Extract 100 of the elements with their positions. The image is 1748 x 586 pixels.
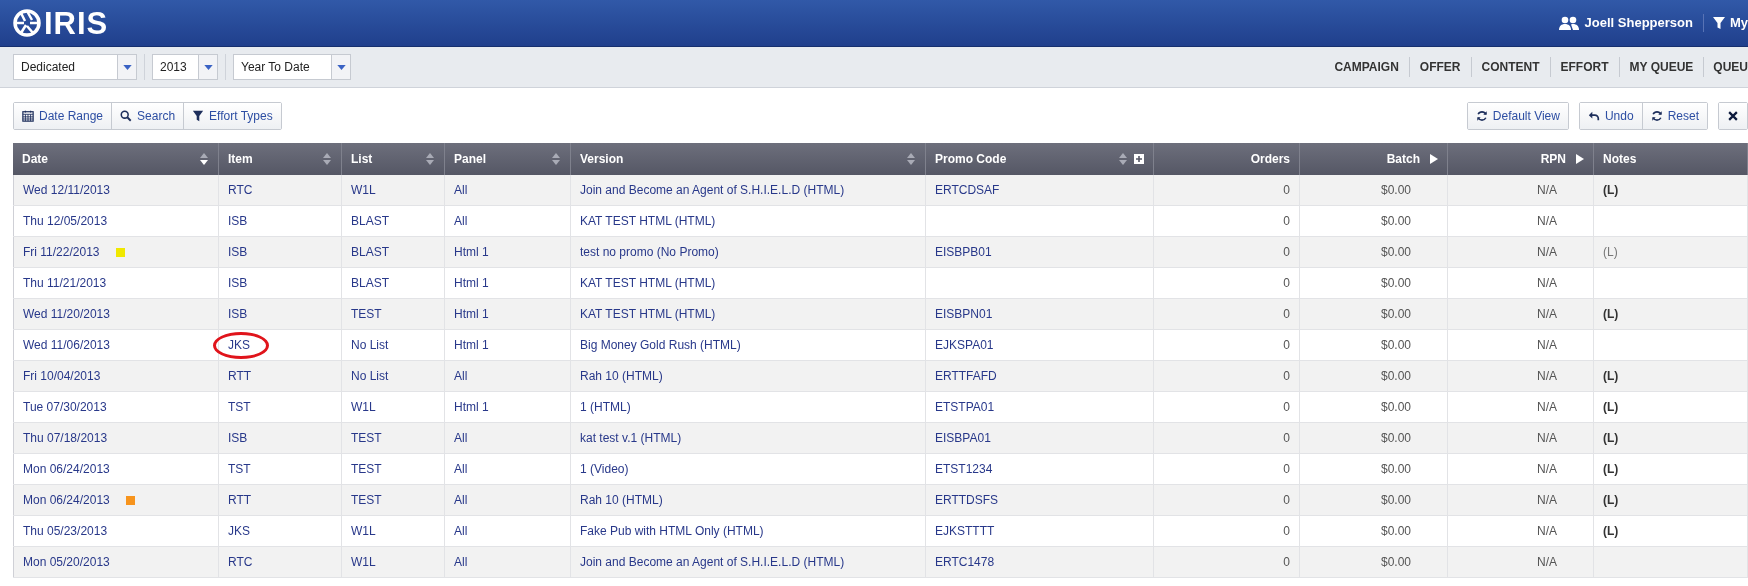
- table-link[interactable]: kat test v.1 (HTML): [580, 429, 682, 447]
- add-column-icon[interactable]: [1134, 154, 1144, 164]
- table-link[interactable]: Html 1: [454, 336, 489, 354]
- table-link[interactable]: KAT TEST HTML (HTML): [580, 305, 716, 323]
- table-link[interactable]: RTT: [228, 367, 252, 385]
- table-link[interactable]: Thu 07/18/2013: [23, 429, 108, 447]
- sort-arrows-icon[interactable]: [322, 152, 332, 166]
- table-link[interactable]: Html 1: [454, 274, 489, 292]
- close-button[interactable]: [1719, 102, 1747, 129]
- sort-arrows-icon[interactable]: [906, 152, 916, 166]
- table-link[interactable]: Thu 11/21/2013: [23, 274, 107, 292]
- dropdown-select[interactable]: Dedicated: [13, 54, 137, 80]
- table-link[interactable]: KAT TEST HTML (HTML): [580, 274, 716, 292]
- table-link[interactable]: BLAST: [351, 243, 389, 261]
- table-link[interactable]: ISB: [228, 429, 248, 447]
- table-link[interactable]: Mon 05/20/2013: [23, 553, 110, 571]
- table-link[interactable]: ERTCDSAF: [935, 181, 1000, 199]
- table-link[interactable]: All: [454, 522, 468, 540]
- table-link[interactable]: Html 1: [454, 398, 489, 416]
- table-link[interactable]: ISB: [228, 274, 248, 292]
- sort-arrows-icon[interactable]: [199, 152, 209, 166]
- table-link[interactable]: EISBPA01: [935, 429, 991, 447]
- toolbar-button[interactable]: Default View: [1467, 102, 1568, 129]
- table-link[interactable]: ERTTDSFS: [935, 491, 999, 509]
- table-link[interactable]: ETSTPA01: [935, 398, 995, 416]
- table-link[interactable]: BLAST: [351, 212, 389, 230]
- dropdown-select[interactable]: Year To Date: [233, 54, 351, 80]
- table-link[interactable]: TEST: [351, 491, 382, 509]
- nav-link[interactable]: CAMPAIGN: [1324, 58, 1409, 76]
- table-link[interactable]: All: [454, 212, 468, 230]
- table-link[interactable]: EISBPB01: [935, 243, 992, 261]
- toolbar-button[interactable]: Search: [111, 102, 184, 129]
- nav-link[interactable]: CONTENT: [1471, 58, 1550, 76]
- sort-arrows-icon[interactable]: [1118, 152, 1128, 166]
- table-link[interactable]: KAT TEST HTML (HTML): [580, 212, 716, 230]
- table-link[interactable]: Join and Become an Agent of S.H.I.E.L.D (HTML): [580, 553, 845, 571]
- table-link[interactable]: TEST: [351, 460, 382, 478]
- table-link[interactable]: All: [454, 553, 468, 571]
- expand-arrow-icon[interactable]: [1430, 154, 1438, 164]
- table-link[interactable]: ERTC1478: [935, 553, 995, 571]
- table-link[interactable]: Rah 10 (HTML): [580, 491, 663, 509]
- table-link[interactable]: Thu 12/05/2013: [23, 212, 108, 230]
- table-link[interactable]: Fri 11/22/2013: [23, 243, 100, 261]
- table-link[interactable]: W1L: [351, 553, 376, 571]
- toolbar-button[interactable]: Undo: [1579, 102, 1642, 129]
- table-link[interactable]: Wed 12/11/2013: [23, 181, 110, 199]
- table-link[interactable]: All: [454, 429, 468, 447]
- nav-link[interactable]: OFFER: [1409, 58, 1471, 76]
- table-link[interactable]: All: [454, 367, 468, 385]
- table-link[interactable]: test no promo (No Promo): [580, 243, 719, 261]
- table-link[interactable]: Fri 10/04/2013: [23, 367, 101, 385]
- sort-arrows-icon[interactable]: [551, 152, 561, 166]
- nav-link[interactable]: QUEU: [1704, 58, 1748, 76]
- table-link[interactable]: ISB: [228, 212, 248, 230]
- table-link[interactable]: All: [454, 181, 468, 199]
- table-link[interactable]: 1 (Video): [580, 460, 629, 478]
- table-link[interactable]: Join and Become an Agent of S.H.I.E.L.D (HTML): [580, 181, 845, 199]
- table-link[interactable]: No List: [351, 367, 389, 385]
- table-link[interactable]: W1L: [351, 398, 376, 416]
- table-link[interactable]: Wed 11/20/2013: [23, 305, 110, 323]
- toolbar-button[interactable]: Date Range: [14, 102, 112, 129]
- table-link[interactable]: TST: [228, 460, 251, 478]
- table-link[interactable]: Thu 05/23/2013: [23, 522, 108, 540]
- toolbar-button[interactable]: Effort Types: [183, 102, 281, 129]
- table-link[interactable]: 1 (HTML): [580, 398, 631, 416]
- table-link[interactable]: ISB: [228, 243, 248, 261]
- table-link[interactable]: ISB: [228, 305, 248, 323]
- table-link[interactable]: All: [454, 491, 468, 509]
- table-link[interactable]: Tue 07/30/2013: [23, 398, 107, 416]
- user-name-link[interactable]: Joell Shepperson: [1584, 13, 1693, 33]
- table-link[interactable]: Html 1: [454, 305, 489, 323]
- table-link[interactable]: Mon 06/24/2013: [23, 491, 110, 509]
- table-link[interactable]: EISBPN01: [935, 305, 993, 323]
- table-link[interactable]: TEST: [351, 305, 382, 323]
- table-link[interactable]: All: [454, 460, 468, 478]
- table-link[interactable]: No List: [351, 336, 389, 354]
- table-link[interactable]: RTC: [228, 553, 253, 571]
- table-link[interactable]: ETST1234: [935, 460, 993, 478]
- table-link[interactable]: RTT: [228, 491, 252, 509]
- expand-arrow-icon[interactable]: [1576, 154, 1584, 164]
- table-link[interactable]: EJKSTTTT: [935, 522, 995, 540]
- table-link[interactable]: EJKSPA01: [935, 336, 994, 354]
- table-link[interactable]: Wed 11/06/2013: [23, 336, 110, 354]
- dropdown-select[interactable]: 2013: [152, 54, 218, 80]
- table-link[interactable]: ERTTFAFD: [935, 367, 997, 385]
- toolbar-button[interactable]: Reset: [1641, 102, 1707, 129]
- table-link[interactable]: Rah 10 (HTML): [580, 367, 663, 385]
- table-link[interactable]: W1L: [351, 181, 376, 199]
- nav-link[interactable]: EFFORT: [1550, 58, 1619, 76]
- table-link[interactable]: Big Money Gold Rush (HTML): [580, 336, 741, 354]
- table-link[interactable]: TST: [228, 398, 251, 416]
- table-link[interactable]: RTC: [228, 181, 253, 199]
- table-link[interactable]: JKS: [228, 336, 250, 354]
- table-link[interactable]: TEST: [351, 429, 382, 447]
- filter-menu-link[interactable]: My: [1729, 13, 1748, 33]
- nav-link[interactable]: MY QUEUE: [1619, 58, 1704, 76]
- table-link[interactable]: JKS: [228, 522, 250, 540]
- table-link[interactable]: Fake Pub with HTML Only (HTML): [580, 522, 764, 540]
- table-link[interactable]: BLAST: [351, 274, 389, 292]
- sort-arrows-icon[interactable]: [425, 152, 435, 166]
